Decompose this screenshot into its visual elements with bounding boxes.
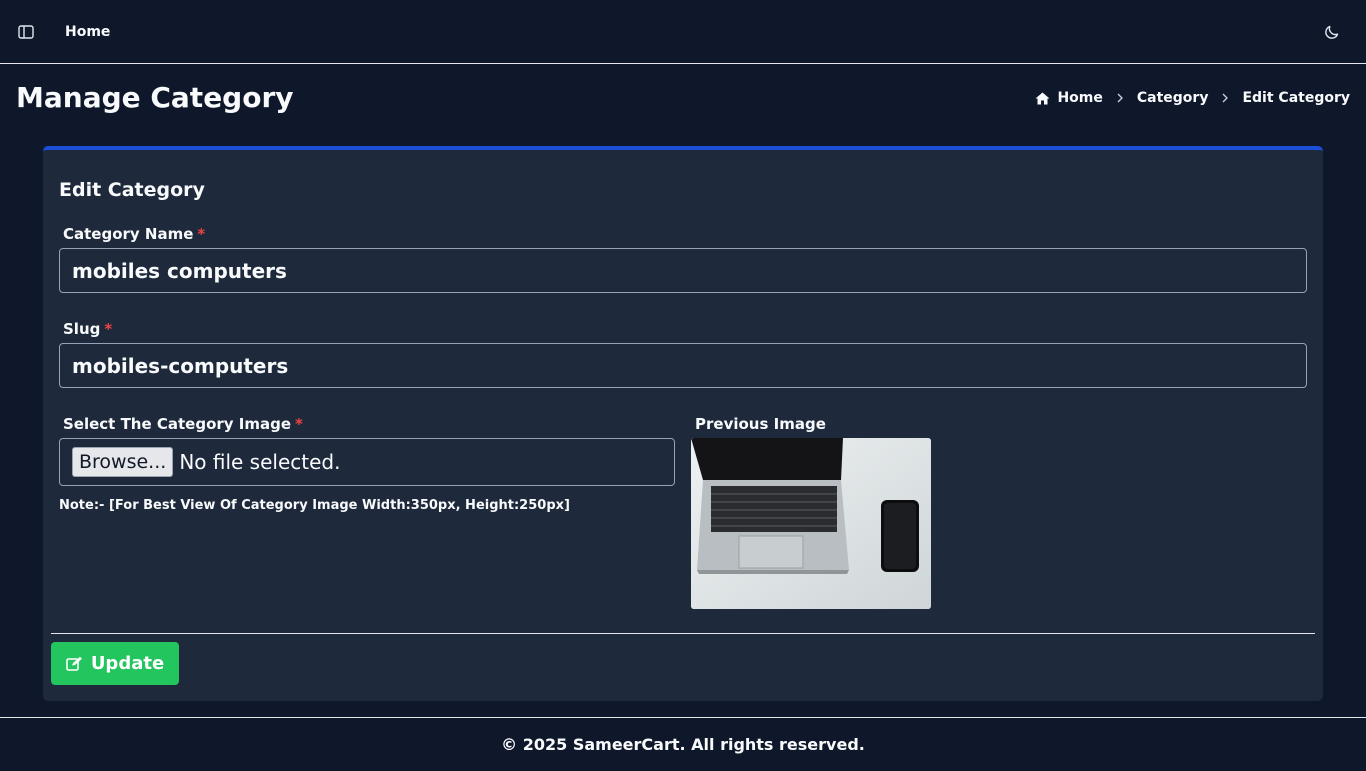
image-size-note: Note:- [For Best View Of Category Image … <box>59 498 570 513</box>
category-image-label-text: Select The Category Image <box>63 415 292 433</box>
update-button[interactable]: Update <box>51 642 179 685</box>
sidebar-toggle-icon[interactable] <box>17 23 35 41</box>
required-mark: * <box>295 415 303 433</box>
breadcrumb-current: Edit Category <box>1242 90 1350 106</box>
browse-button[interactable]: Browse... <box>72 447 174 477</box>
footer: © 2025 SameerCart. All rights reserved. <box>0 717 1366 771</box>
previous-image-label: Previous Image <box>695 415 826 433</box>
category-image-label: Select The Category Image * <box>63 413 303 435</box>
category-name-input[interactable]: mobiles computers <box>59 248 1307 293</box>
category-image-file-input[interactable]: Browse... No file selected. <box>59 438 675 486</box>
card-title: Edit Category <box>59 179 205 201</box>
previous-category-image <box>691 438 931 609</box>
breadcrumb: Home Category Edit Category <box>1035 88 1350 108</box>
breadcrumb-category[interactable]: Category <box>1137 88 1209 108</box>
edit-category-card: Edit Category Category Name * mobiles com… <box>43 146 1323 701</box>
home-icon <box>1035 92 1050 105</box>
moon-icon[interactable] <box>1322 22 1342 42</box>
category-name-label-text: Category Name <box>63 225 194 243</box>
form-divider <box>51 633 1315 634</box>
top-navbar: Home <box>0 0 1366 64</box>
page-title: Manage Category <box>16 81 294 114</box>
required-mark: * <box>197 225 206 243</box>
breadcrumb-home-label: Home <box>1057 90 1103 106</box>
update-button-label: Update <box>90 653 165 674</box>
required-mark: * <box>104 320 113 338</box>
slug-input[interactable]: mobiles-computers <box>59 343 1307 388</box>
category-name-label: Category Name * <box>63 223 205 245</box>
chevron-right-icon <box>1221 93 1229 103</box>
slug-label-text: Slug <box>63 320 101 338</box>
breadcrumb-home[interactable]: Home <box>1035 88 1103 108</box>
nav-home-link[interactable]: Home <box>65 22 110 42</box>
chevron-right-icon <box>1116 93 1124 103</box>
slug-label: Slug * <box>63 318 112 340</box>
footer-copyright: © 2025 SameerCart. All rights reserved. <box>501 735 865 754</box>
edit-icon <box>66 656 83 671</box>
file-status-text: No file selected. <box>179 450 341 474</box>
